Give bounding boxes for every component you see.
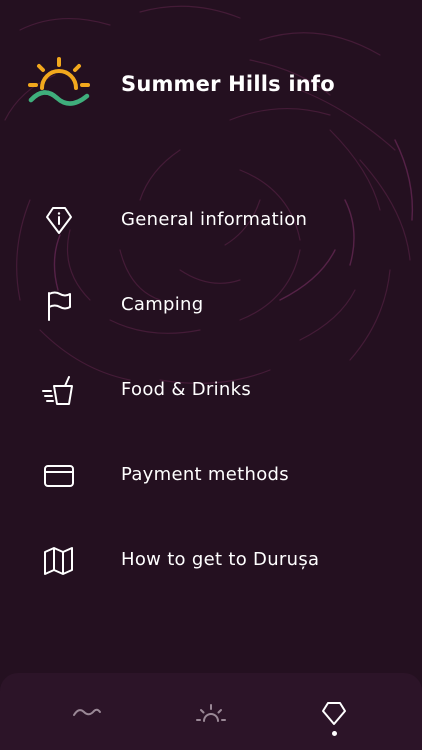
menu-item-label: Camping: [121, 294, 204, 315]
sunrise-icon: [196, 704, 226, 722]
app-header: Summer Hills info: [0, 52, 422, 122]
sun-hills-logo-icon: [26, 56, 92, 116]
wave-icon: [73, 708, 101, 716]
menu-item-label: How to get to Durușa: [121, 549, 320, 570]
tab-info[interactable]: [294, 673, 374, 750]
map-icon: [41, 546, 77, 576]
tab-sunrise[interactable]: [171, 673, 251, 750]
menu-item-food-drinks[interactable]: Food & Drinks: [0, 348, 422, 433]
info-pentagon-icon: [41, 206, 77, 236]
menu-item-how-to-get[interactable]: How to get to Durușa: [0, 518, 422, 603]
drink-cup-icon: [41, 376, 77, 406]
menu-item-payment-methods[interactable]: Payment methods: [0, 433, 422, 518]
active-tab-indicator: [331, 731, 337, 736]
credit-card-icon: [41, 461, 77, 491]
flag-icon: [41, 291, 77, 321]
menu-item-label: General information: [121, 209, 308, 230]
bottom-tab-bar: [0, 673, 422, 750]
menu-item-label: Payment methods: [121, 464, 289, 485]
tab-wave[interactable]: [47, 673, 127, 750]
pentagon-pin-icon: [322, 702, 346, 725]
menu-item-general-information[interactable]: General information: [0, 178, 422, 263]
menu-item-label: Food & Drinks: [121, 379, 252, 400]
info-menu: General information Camping Food & Drink…: [0, 178, 422, 603]
page-title: Summer Hills info: [121, 72, 335, 96]
menu-item-camping[interactable]: Camping: [0, 263, 422, 348]
